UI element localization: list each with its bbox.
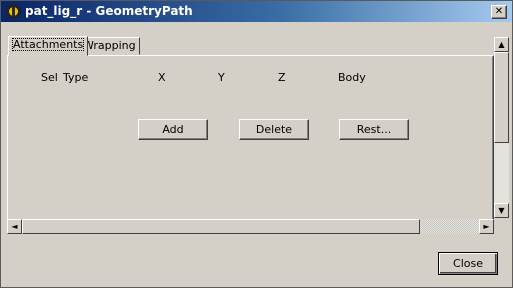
scroll-right-icon[interactable]: ►	[479, 219, 494, 234]
scroll-down-icon[interactable]: ▼	[494, 203, 509, 218]
column-header-body: Body	[338, 71, 366, 84]
vertical-scroll-thumb[interactable]	[494, 52, 509, 143]
window-title: pat_lig_r - GeometryPath	[25, 4, 193, 18]
column-header-x: X	[158, 71, 166, 84]
app-icon	[6, 4, 21, 19]
title-bar: pat_lig_r - GeometryPath ✕	[1, 1, 512, 22]
horizontal-scrollbar[interactable]: ◄ ►	[7, 219, 494, 234]
close-window-button[interactable]: ✕	[491, 5, 507, 19]
column-header-z: Z	[278, 71, 286, 84]
add-button[interactable]: Add	[138, 119, 208, 140]
horizontal-scroll-thumb[interactable]	[22, 219, 420, 234]
vertical-scrollbar[interactable]: ▲ ▼	[494, 37, 509, 218]
scroll-left-icon[interactable]: ◄	[7, 219, 22, 234]
column-header-sel: Sel	[41, 71, 58, 84]
horizontal-scroll-track[interactable]	[420, 219, 479, 234]
geometry-path-window: pat_lig_r - GeometryPath ✕ Attachments W…	[0, 0, 513, 288]
tab-wrapping-label: Wrapping	[83, 39, 136, 52]
scroll-up-icon[interactable]: ▲	[494, 37, 509, 52]
delete-button[interactable]: Delete	[239, 119, 309, 140]
rest-button[interactable]: Rest...	[339, 119, 409, 140]
tab-attachments[interactable]: Attachments	[8, 36, 89, 56]
tab-attachments-label: Attachments	[12, 38, 85, 51]
column-header-type: Type	[63, 71, 89, 84]
close-button[interactable]: Close	[438, 252, 498, 275]
column-header-y: Y	[218, 71, 225, 84]
scroll-corner	[494, 219, 509, 234]
